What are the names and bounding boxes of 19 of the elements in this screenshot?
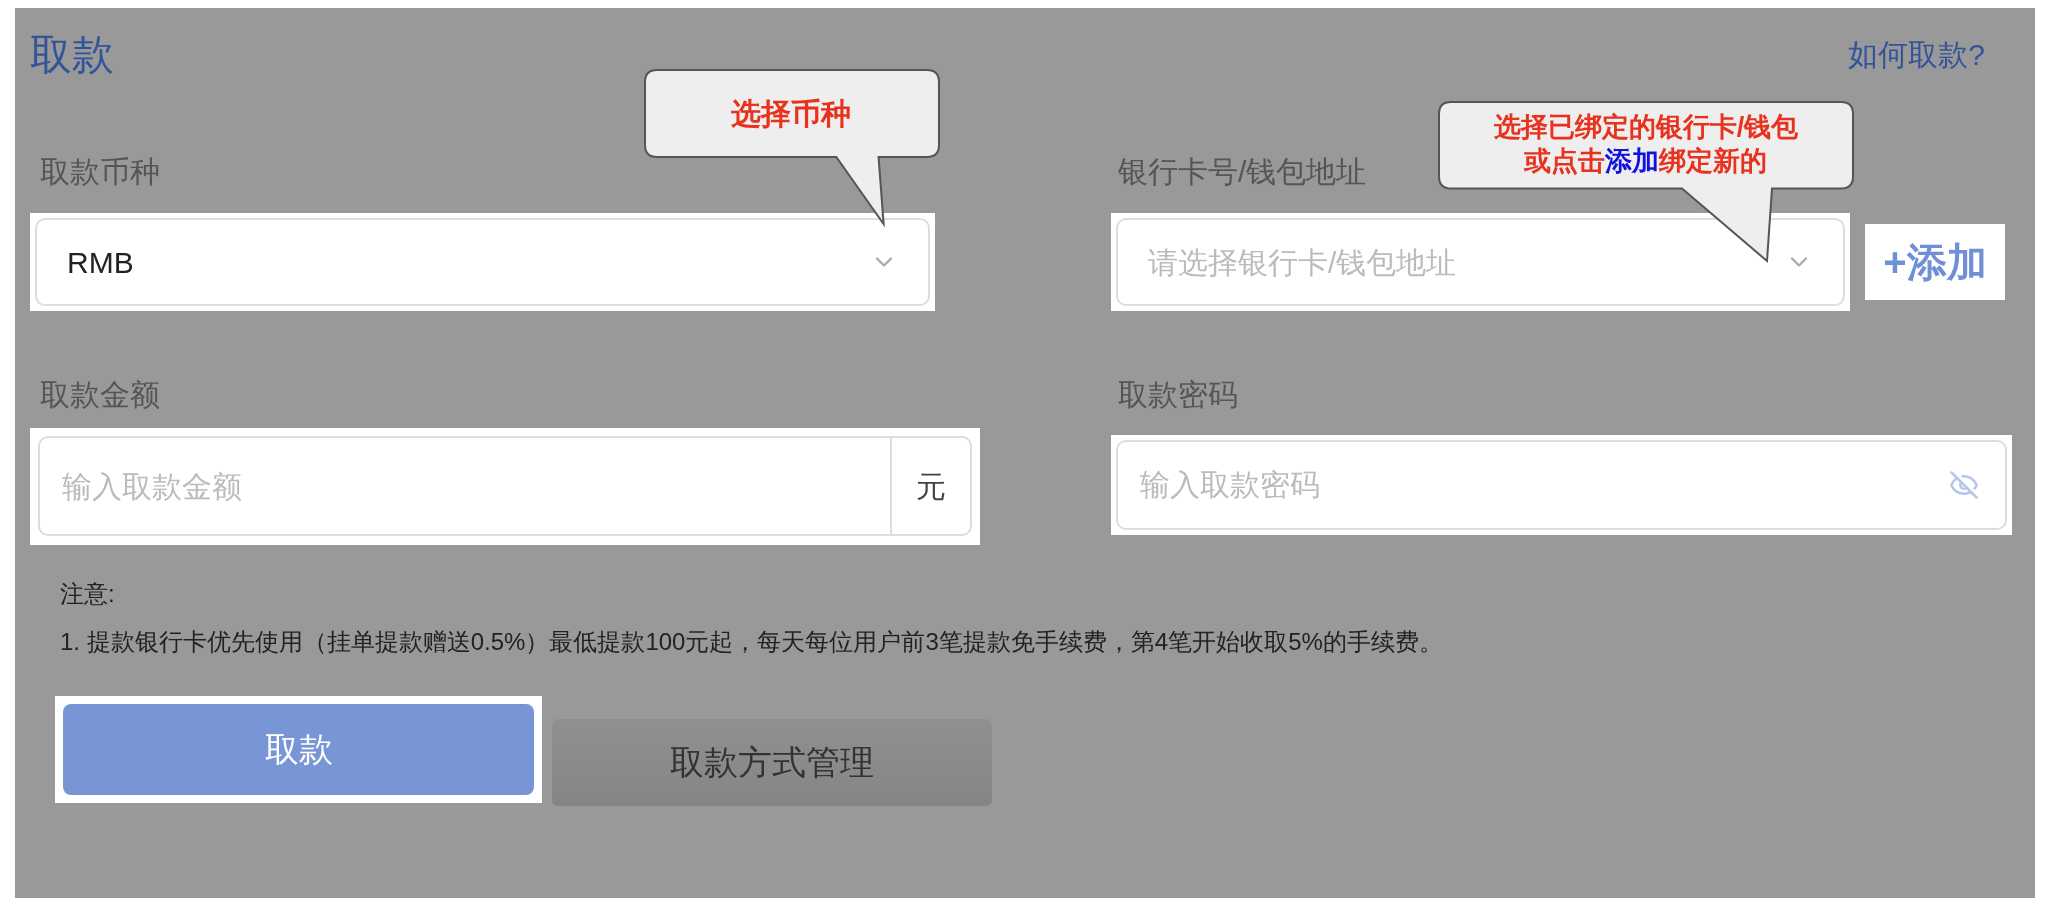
unit-label: 元 (892, 436, 972, 536)
field-label: 银行卡号/钱包地址 (1118, 154, 1367, 190)
field-label: 取款金额 (40, 377, 160, 413)
add-button[interactable]: +添加 (1865, 224, 2005, 300)
manage-methods-button[interactable]: 取款方式管理 (552, 719, 992, 806)
callout-text: 选择币种 (731, 95, 851, 132)
help-link[interactable]: 如何取款? (1848, 35, 1985, 75)
field-label: 取款密码 (1118, 377, 1238, 413)
withdraw-button[interactable]: 取款 (63, 704, 534, 795)
account-select[interactable]: 请选择银行卡/钱包地址 (1116, 218, 1845, 306)
eye-off-icon[interactable] (1949, 470, 1979, 500)
notice-text: 1. 提款银行卡优先使用（挂单提款赠送0.5%）最低提款100元起，每天每位用户前3笔提款免手续费，第4笔开始收取5%的手续费。 (60, 628, 1444, 656)
page-title: 取款 (30, 30, 114, 80)
notice-title: 注意: (60, 580, 116, 608)
field-label: 取款币种 (40, 154, 160, 190)
currency-select[interactable]: RMB (35, 218, 930, 306)
amount-input[interactable]: 输入取款金额 (38, 436, 892, 536)
password-input[interactable]: 输入取款密码 (1116, 440, 2007, 530)
callout-text: 选择已绑定的银行卡/钱包 或点击添加绑定新的 (1493, 111, 1799, 178)
